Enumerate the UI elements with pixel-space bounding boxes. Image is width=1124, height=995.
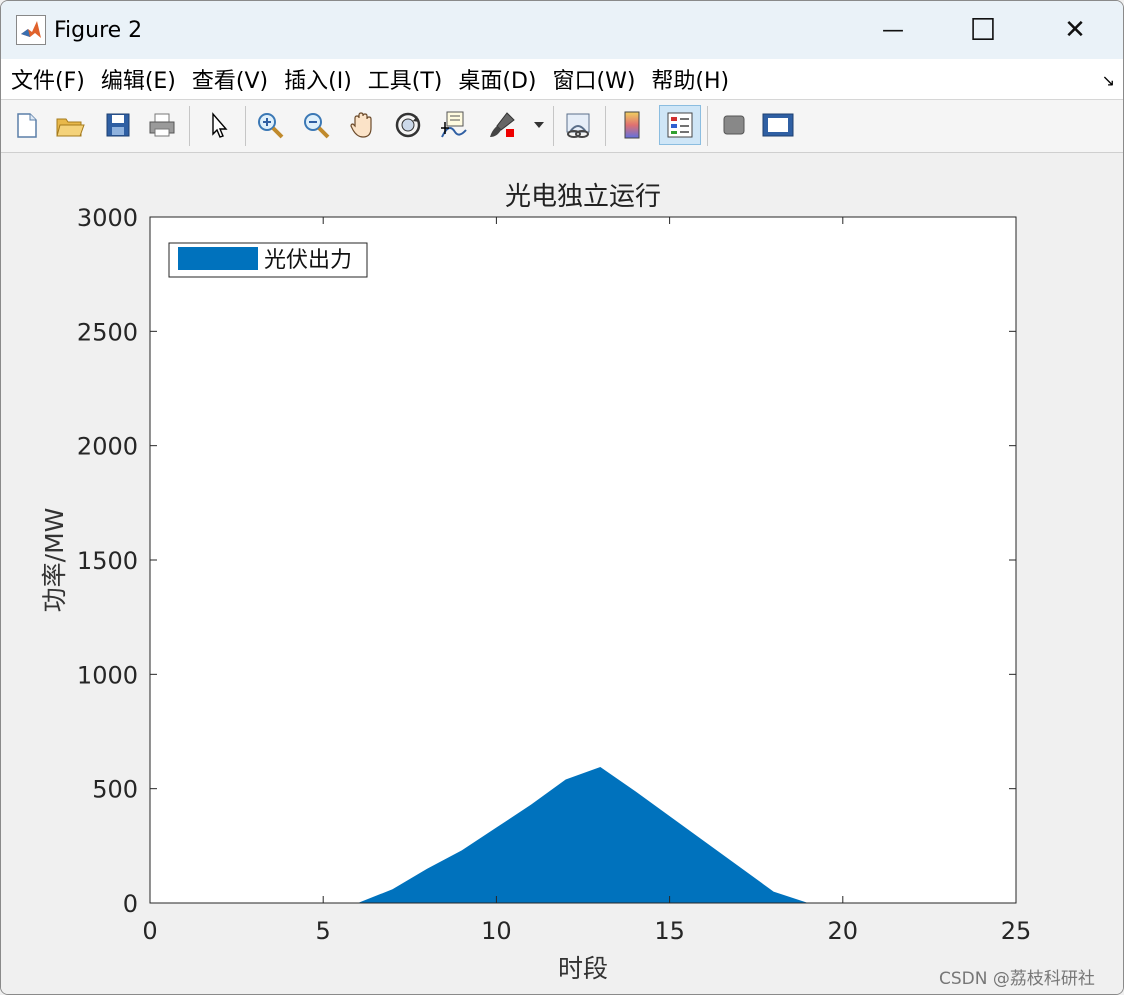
- toolbar-separator: [553, 106, 554, 146]
- link-plot-icon[interactable]: [561, 108, 595, 142]
- chart-svg: 0 5 10 15 20 25 0 500 1000 1500 2000 2500 3000 光电独立运…: [40, 182, 1032, 983]
- toolbar-separator: [707, 106, 708, 146]
- close-button[interactable]: ✕: [1029, 1, 1121, 59]
- brush-icon[interactable]: [485, 108, 519, 142]
- minimize-icon: —: [882, 17, 904, 43]
- colorbar-icon[interactable]: [615, 108, 649, 142]
- zoom-in-icon[interactable]: [253, 108, 287, 142]
- hide-plot-tools-icon[interactable]: [717, 108, 751, 142]
- x-tick-label: 0: [142, 917, 157, 945]
- menu-help[interactable]: 帮助(H): [651, 63, 729, 95]
- open-file-icon[interactable]: [53, 108, 87, 142]
- menu-edit[interactable]: 编辑(E): [101, 63, 176, 95]
- y-tick-label: 2500: [77, 318, 138, 346]
- close-icon: ✕: [1064, 15, 1086, 45]
- y-tick-label: 0: [123, 890, 138, 918]
- menu-bar: 文件(F) 编辑(E) 查看(V) 插入(I) 工具(T) 桌面(D) 窗口(W…: [1, 59, 1123, 100]
- toolbar: [1, 100, 1123, 153]
- matlab-icon: [16, 15, 46, 45]
- maximize-button[interactable]: ☐: [937, 1, 1029, 59]
- data-cursor-icon[interactable]: [437, 108, 471, 142]
- print-icon[interactable]: [145, 108, 179, 142]
- figure-canvas: 0 5 10 15 20 25 0 500 1000 1500 2000 2500 3000 光电独立运…: [1, 153, 1123, 994]
- y-tick-label: 500: [92, 776, 138, 804]
- pointer-icon[interactable]: [201, 108, 235, 142]
- title-bar[interactable]: Figure 2 — ☐ ✕: [1, 1, 1123, 59]
- new-figure-icon[interactable]: [9, 108, 43, 142]
- show-plot-tools-icon[interactable]: [761, 108, 795, 142]
- minimize-button[interactable]: —: [847, 1, 939, 59]
- menu-insert[interactable]: 插入(I): [284, 63, 352, 95]
- rotate-3d-icon[interactable]: [391, 108, 425, 142]
- figure-window: Figure 2 — ☐ ✕ 文件(F) 编辑(E) 查看(V) 插入(I) 工…: [0, 0, 1124, 995]
- menu-tools[interactable]: 工具(T): [368, 63, 443, 95]
- save-icon[interactable]: [101, 108, 135, 142]
- window-title: Figure 2: [54, 17, 143, 43]
- watermark: CSDN @荔枝科研社: [939, 969, 1095, 989]
- x-tick-label: 10: [481, 917, 512, 945]
- x-tick-label: 15: [654, 917, 685, 945]
- legend-swatch: [178, 247, 258, 270]
- toolbar-separator: [189, 106, 190, 146]
- y-tick-label: 1500: [77, 547, 138, 575]
- menu-desktop[interactable]: 桌面(D): [458, 63, 536, 95]
- pan-hand-icon[interactable]: [345, 108, 379, 142]
- legend[interactable]: 光伏出力: [168, 242, 368, 278]
- y-axis-label: 功率/MW: [40, 508, 69, 613]
- toolbar-separator: [605, 106, 606, 146]
- x-axis-label: 时段: [558, 954, 608, 983]
- legend-label: 光伏出力: [264, 248, 352, 273]
- menu-window[interactable]: 窗口(W): [553, 63, 636, 95]
- menu-file[interactable]: 文件(F): [11, 63, 85, 95]
- legend-icon[interactable]: [659, 105, 701, 145]
- y-tick-label: 2000: [77, 433, 138, 461]
- y-tick-label: 3000: [77, 204, 138, 232]
- y-tick-label: 1000: [77, 661, 138, 689]
- zoom-out-icon[interactable]: [299, 108, 333, 142]
- brush-dropdown-arrow[interactable]: [529, 108, 549, 142]
- maximize-icon: ☐: [969, 12, 997, 48]
- dock-arrow-icon[interactable]: ↘: [1102, 71, 1115, 90]
- x-tick-label: 25: [1001, 917, 1032, 945]
- menu-view[interactable]: 查看(V): [192, 63, 268, 95]
- chart-title: 光电独立运行: [505, 182, 661, 212]
- x-tick-label: 20: [828, 917, 859, 945]
- x-tick-label: 5: [316, 917, 331, 945]
- toolbar-separator: [245, 106, 246, 146]
